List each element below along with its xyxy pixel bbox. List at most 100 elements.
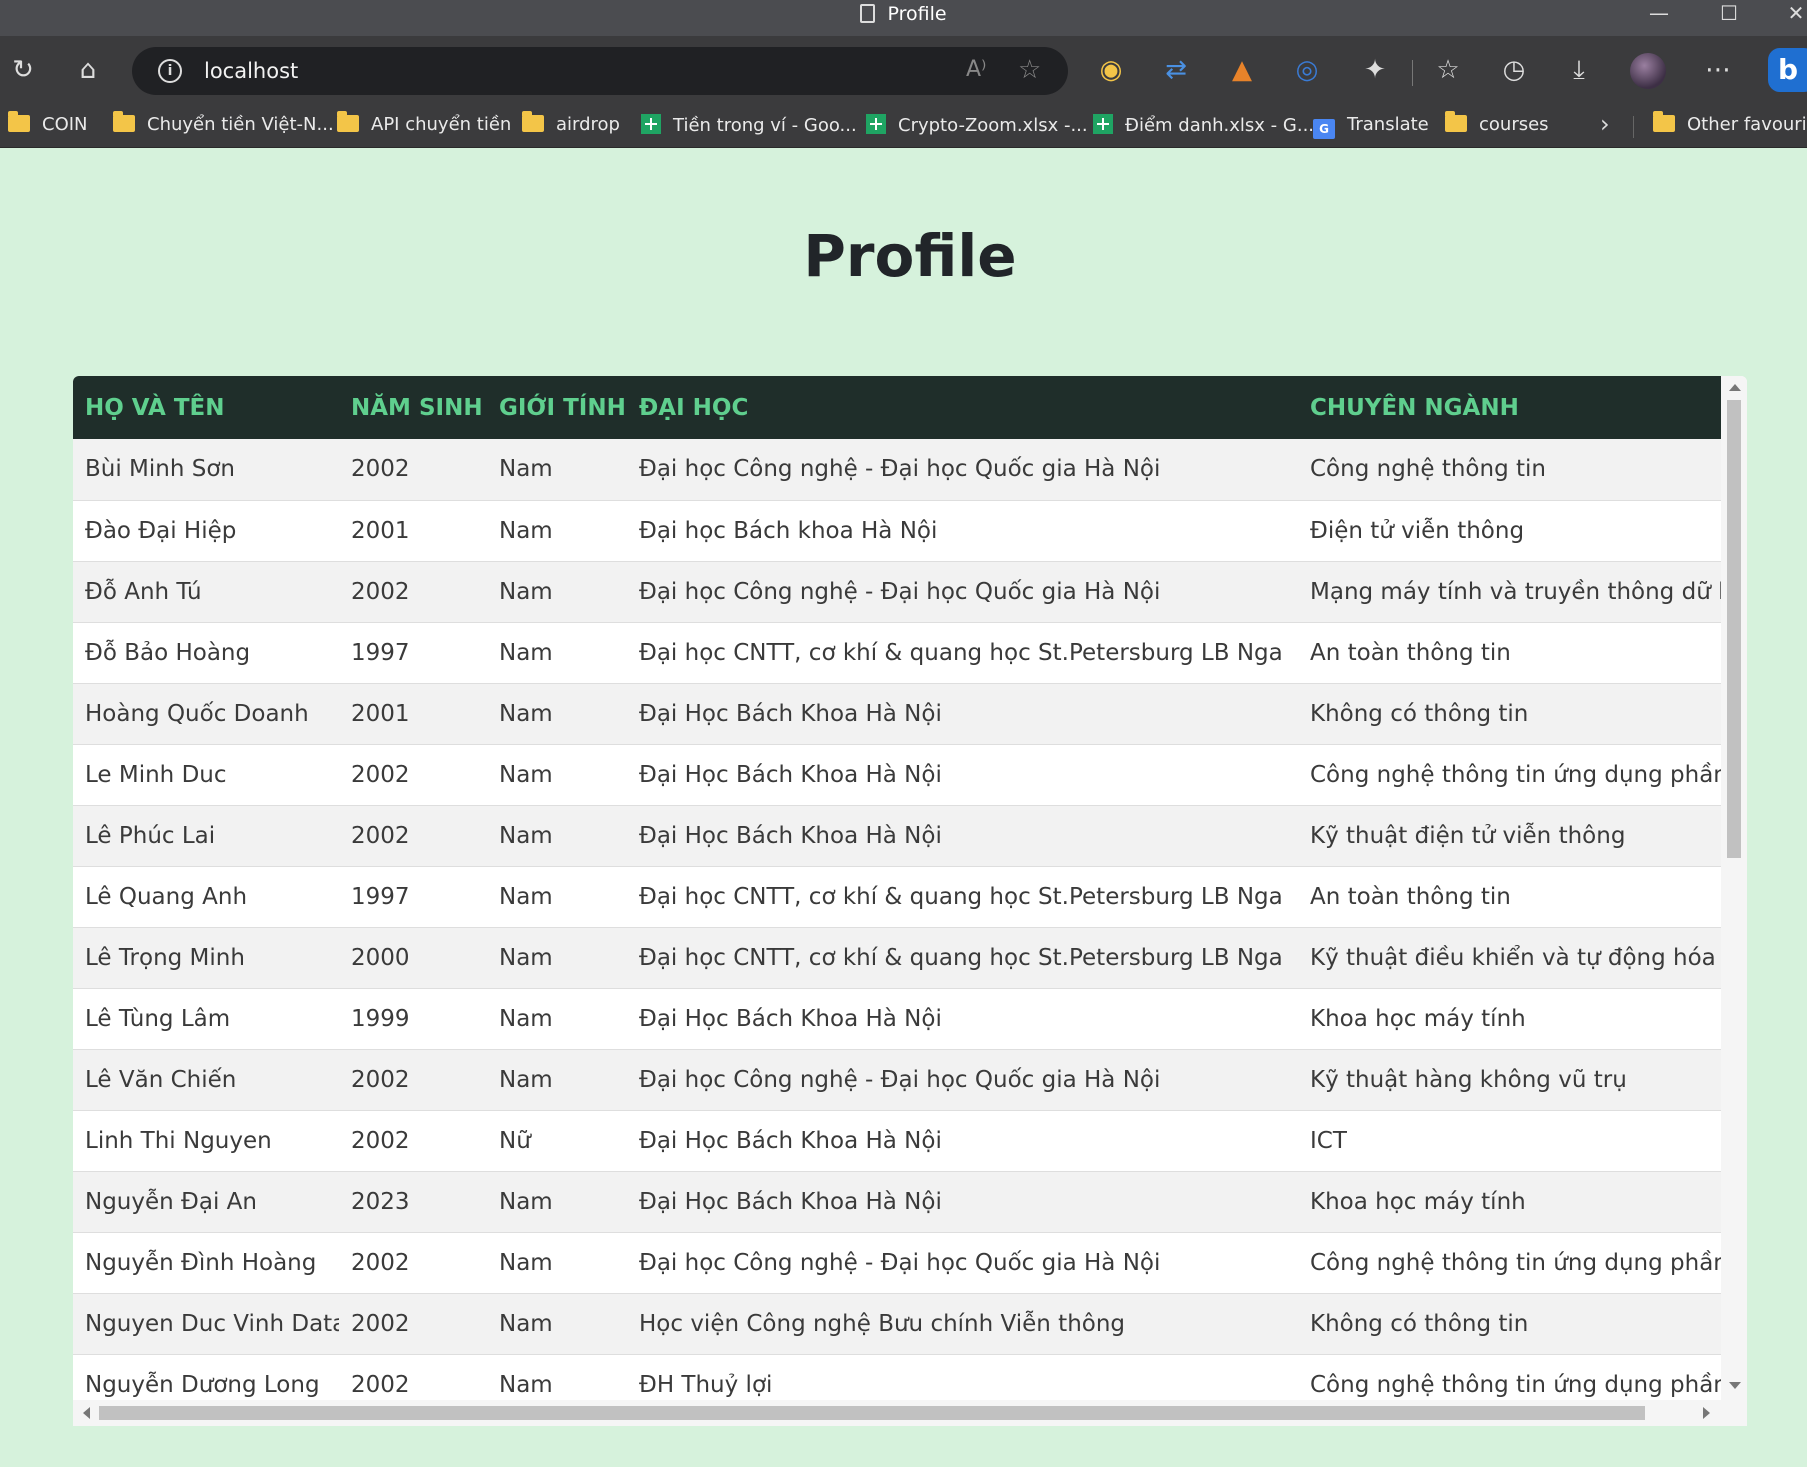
metamask-icon[interactable]: ▲ bbox=[1224, 52, 1260, 88]
cell-birth-year: 2002 bbox=[339, 805, 487, 867]
bookmark-item[interactable]: Điểm danh.xlsx - G... bbox=[1093, 114, 1314, 138]
cell-name: Nguyễn Đình Hoàng bbox=[73, 1232, 339, 1294]
profile-avatar[interactable] bbox=[1630, 53, 1666, 89]
table-row: Nguyễn Dương Long 2002 Nam ĐH Thuỷ lợi Công … bbox=[73, 1354, 1721, 1400]
scroll-up-arrow-icon[interactable] bbox=[1729, 384, 1741, 391]
bookmark-item[interactable]: Crypto-Zoom.xlsx -... bbox=[866, 114, 1088, 138]
minimize-button[interactable]: — bbox=[1629, 0, 1689, 30]
close-button[interactable]: ✕ bbox=[1766, 0, 1807, 30]
sheets-icon bbox=[1093, 114, 1113, 134]
cell-gender: Nam bbox=[487, 988, 627, 1050]
cell-gender: Nam bbox=[487, 1171, 627, 1233]
bookmark-item[interactable]: Tiền trong ví - Goo... bbox=[641, 114, 857, 138]
cell-birth-year: 2002 bbox=[339, 561, 487, 623]
extension-icon[interactable]: ◉ bbox=[1093, 52, 1129, 88]
cell-birth-year: 2001 bbox=[339, 683, 487, 745]
cell-gender: Nam bbox=[487, 927, 627, 989]
scroll-down-arrow-icon[interactable] bbox=[1729, 1382, 1741, 1389]
cell-name: Đỗ Bảo Hoàng bbox=[73, 622, 339, 684]
bookmark-item[interactable]: API chuyển tiền bbox=[337, 111, 511, 138]
cell-university: Đại Học Bách Khoa Hà Nội bbox=[627, 988, 1298, 1050]
cell-major: An toàn thông tin bbox=[1298, 622, 1721, 684]
window-titlebar: Profile — ☐ ✕ bbox=[0, 0, 1807, 36]
extension-target-icon[interactable]: ◎ bbox=[1289, 52, 1325, 88]
more-menu-icon[interactable]: ⋯ bbox=[1700, 52, 1736, 88]
header-university: ĐẠI HỌC bbox=[627, 376, 1298, 439]
bookmark-item[interactable]: courses bbox=[1445, 111, 1549, 138]
horizontal-scroll-thumb[interactable] bbox=[99, 1406, 1645, 1420]
cell-university: Đại học CNTT, cơ khí & quang học St.Pete… bbox=[627, 866, 1298, 928]
scrollbar-corner bbox=[1721, 1400, 1747, 1426]
profile-table-container: HỌ VÀ TÊN NĂM SINH GIỚI TÍNH ĐẠI HỌC CHU… bbox=[73, 376, 1747, 1426]
cell-major: Công nghệ thông tin ứng dụng phần m bbox=[1298, 1232, 1721, 1294]
home-icon[interactable]: ⌂ bbox=[70, 52, 106, 88]
bookmark-item[interactable]: G Translate bbox=[1313, 114, 1429, 139]
table-row: Nguyễn Đại An 2023 Nam Đại Học Bách Khoa Hà… bbox=[73, 1171, 1721, 1233]
bookmark-item[interactable]: airdrop bbox=[522, 111, 620, 138]
scroll-left-arrow-icon[interactable] bbox=[83, 1407, 90, 1419]
cell-university: Đại học Công nghệ - Đại học Quốc gia Hà … bbox=[627, 561, 1298, 623]
cell-name: Lê Văn Chiến bbox=[73, 1049, 339, 1111]
table-scroll-area[interactable]: HỌ VÀ TÊN NĂM SINH GIỚI TÍNH ĐẠI HỌC CHU… bbox=[73, 376, 1721, 1400]
table-row: Hoàng Quốc Doanh 2001 Nam Đại Học Bách Khoa… bbox=[73, 683, 1721, 745]
cell-major: Mạng máy tính và truyền thông dữ liệu bbox=[1298, 561, 1721, 623]
site-info-icon[interactable]: i bbox=[158, 59, 182, 83]
table-row: Lê Trọng Minh 2000 Nam Đại học CNTT, cơ khí… bbox=[73, 927, 1721, 989]
cell-birth-year: 2002 bbox=[339, 1049, 487, 1111]
cell-gender: Nam bbox=[487, 1049, 627, 1111]
cell-major: Công nghệ thông tin bbox=[1298, 439, 1721, 501]
cell-major: Không có thông tin bbox=[1298, 683, 1721, 745]
bookmarks-overflow-chevron-icon[interactable]: › bbox=[1600, 110, 1610, 138]
add-favorite-icon[interactable]: ☆ bbox=[1018, 55, 1041, 85]
cell-university: Đại Học Bách Khoa Hà Nội bbox=[627, 1110, 1298, 1172]
scroll-right-arrow-icon[interactable] bbox=[1703, 1407, 1710, 1419]
cell-name: Lê Quang Anh bbox=[73, 866, 339, 928]
cell-birth-year: 1999 bbox=[339, 988, 487, 1050]
extension-sync-icon[interactable]: ⇄ bbox=[1158, 52, 1194, 88]
downloads-icon[interactable]: ⤓ bbox=[1561, 52, 1597, 88]
cell-gender: Nam bbox=[487, 500, 627, 562]
cell-birth-year: 2002 bbox=[339, 1232, 487, 1294]
bookmark-item-other-favourites[interactable]: Other favourite bbox=[1653, 111, 1807, 138]
header-major: CHUYÊN NGÀNH bbox=[1298, 376, 1721, 439]
toolbar-divider bbox=[1412, 60, 1413, 86]
folder-icon bbox=[1653, 111, 1675, 132]
cell-birth-year: 2002 bbox=[339, 1293, 487, 1355]
cell-gender: Nam bbox=[487, 1293, 627, 1355]
read-aloud-icon[interactable]: A⁾ bbox=[966, 57, 986, 82]
table-row: Linh Thi Nguyen 2002 Nữ Đại Học Bách Khoa H… bbox=[73, 1110, 1721, 1172]
bookmark-item[interactable]: Chuyển tiền Việt-N... bbox=[113, 111, 334, 138]
favorites-icon[interactable]: ☆ bbox=[1430, 52, 1466, 88]
cell-gender: Nam bbox=[487, 744, 627, 806]
bookmark-item[interactable]: COIN bbox=[8, 111, 88, 138]
table-row: Le Minh Duc 2002 Nam Đại Học Bách Khoa Hà N… bbox=[73, 744, 1721, 806]
window-title-text: Profile bbox=[887, 3, 947, 25]
sheets-icon bbox=[866, 114, 886, 134]
folder-icon bbox=[113, 111, 135, 132]
maximize-button[interactable]: ☐ bbox=[1699, 0, 1759, 30]
cell-university: Đại Học Bách Khoa Hà Nội bbox=[627, 1171, 1298, 1233]
bookmarks-bar: COIN Chuyển tiền Việt-N... API chuyển ti… bbox=[0, 104, 1807, 148]
cell-birth-year: 1997 bbox=[339, 866, 487, 928]
page-icon bbox=[860, 4, 876, 23]
vertical-scrollbar[interactable] bbox=[1721, 376, 1747, 1400]
history-icon[interactable]: ◷ bbox=[1496, 52, 1532, 88]
cell-major: Kỹ thuật điện tử viễn thông bbox=[1298, 805, 1721, 867]
cell-university: Đại học Công nghệ - Đại học Quốc gia Hà … bbox=[627, 1232, 1298, 1294]
cell-university: Đại học Công nghệ - Đại học Quốc gia Hà … bbox=[627, 439, 1298, 501]
table-row: Bùi Minh Sơn 2002 Nam Đại học Công nghệ - Đ… bbox=[73, 439, 1721, 501]
refresh-icon[interactable]: ↻ bbox=[5, 52, 41, 88]
table-header-row: HỌ VÀ TÊN NĂM SINH GIỚI TÍNH ĐẠI HỌC CHU… bbox=[73, 376, 1721, 439]
cell-name: Hoàng Quốc Doanh bbox=[73, 683, 339, 745]
extensions-puzzle-icon[interactable]: ✦ bbox=[1357, 52, 1393, 88]
browser-toolbar: ↻ ⌂ i localhost A⁾ ☆ ◉ ⇄ ▲ ◎ ✦ ☆ ◷ ⤓ ⋯ b bbox=[0, 36, 1807, 104]
address-url[interactable]: localhost bbox=[204, 58, 298, 84]
cell-gender: Nam bbox=[487, 683, 627, 745]
sheets-icon bbox=[641, 114, 661, 134]
bing-copilot-icon[interactable]: b bbox=[1768, 48, 1807, 92]
cell-birth-year: 2002 bbox=[339, 744, 487, 806]
cell-name: Nguyễn Dương Long bbox=[73, 1354, 339, 1400]
address-bar[interactable]: i localhost A⁾ ☆ bbox=[132, 47, 1068, 95]
vertical-scroll-thumb[interactable] bbox=[1727, 400, 1741, 858]
horizontal-scrollbar[interactable] bbox=[73, 1400, 1721, 1426]
